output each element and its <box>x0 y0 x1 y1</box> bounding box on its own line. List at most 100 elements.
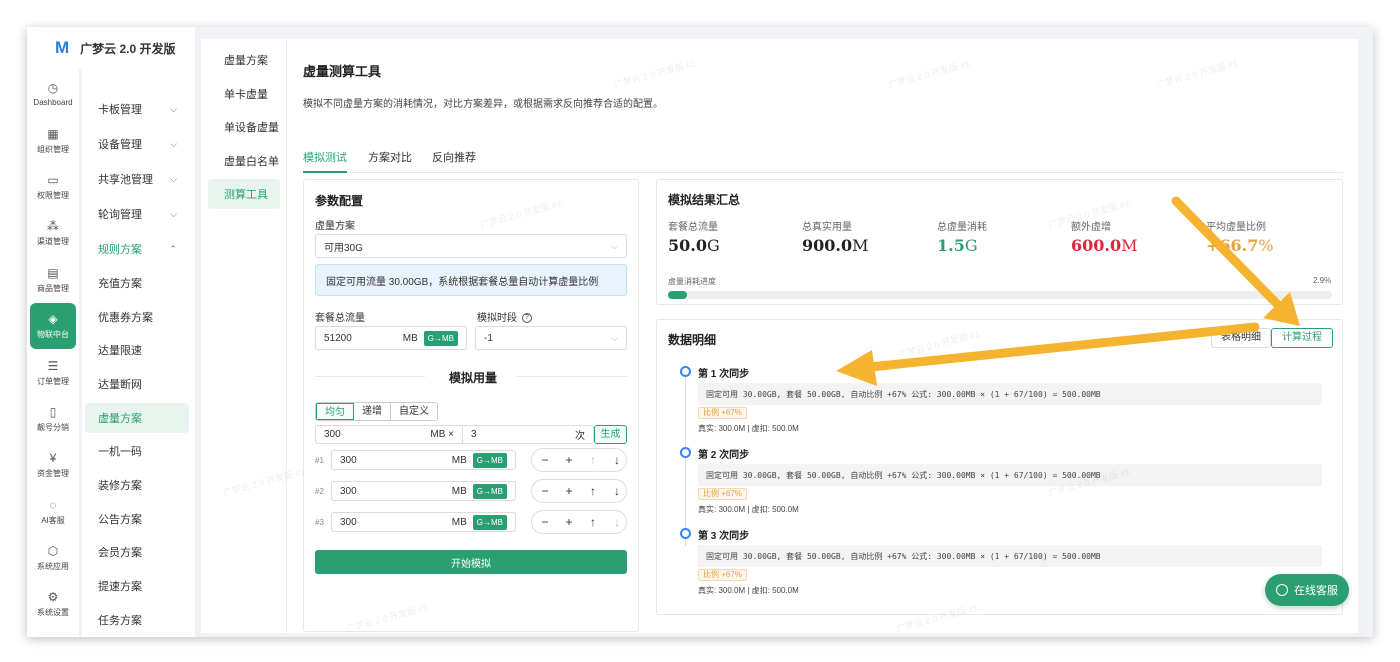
rail-item-product[interactable]: ▤ 商品管理 <box>30 257 76 303</box>
submenu-item-label: 一机一码 <box>98 446 142 458</box>
help-icon[interactable]: ? <box>522 313 532 324</box>
stat-number: 1.5 <box>937 236 965 255</box>
stat-number: 600.0 <box>1071 236 1122 255</box>
stat-number: 50.0 <box>668 236 707 255</box>
generate-button[interactable]: 生成 <box>594 425 627 444</box>
submenu-item-label: 规则方案 <box>98 244 142 256</box>
chevron-down-icon: ⌵ <box>170 208 177 219</box>
period-label: 模拟时段? <box>477 309 532 324</box>
rail-item-org[interactable]: ▦ 组织管理 <box>30 117 76 163</box>
usage-unit: MB <box>451 516 467 528</box>
tab-simulate[interactable]: 模拟测试 <box>303 149 347 173</box>
tnav-item[interactable]: 虚量白名单 <box>208 146 280 176</box>
stat-unit: % <box>1258 236 1274 255</box>
divider-left <box>315 376 425 377</box>
submenu-item[interactable]: 充值方案 <box>85 268 189 298</box>
mode-uniform[interactable]: 均匀 <box>316 403 354 420</box>
step-meta: 真实: 300.0M | 虚扣: 500.0M <box>698 586 799 595</box>
rail-item-channel[interactable]: ⁂ 渠道管理 <box>30 210 76 256</box>
tertiary-nav: 虚量方案单卡虚量 单设备虚量虚量白名单 测算工具 <box>201 39 287 633</box>
submenu-item[interactable]: 装修方案 <box>85 470 189 500</box>
rail-item-order[interactable]: ☰ 订单管理 <box>30 349 76 395</box>
plus-icon[interactable]: + <box>559 512 579 532</box>
submenu-item[interactable]: 公告方案 <box>85 504 189 534</box>
rail-item-label: AI客服 <box>41 515 65 525</box>
submenu-item[interactable]: 卡板管理 ⌵ <box>85 94 189 124</box>
minus-icon[interactable]: − <box>535 512 555 532</box>
mode-increasing[interactable]: 递增 <box>354 403 391 420</box>
plan-info-alert: 固定可用流量 30.00GB，系统根据套餐总量自动计算虚量比例 <box>315 264 627 296</box>
tnav-item[interactable]: 虚量方案 <box>208 45 280 75</box>
minus-icon[interactable]: − <box>535 450 555 470</box>
arrow-down-icon[interactable]: ↓ <box>607 512 627 532</box>
plan-select[interactable]: 可用30G ⌵ <box>315 234 627 258</box>
submenu-item[interactable]: 任务方案 <box>85 605 189 635</box>
tnav-item[interactable]: 单卡虚量 <box>208 79 280 109</box>
arrow-up-icon[interactable]: ↑ <box>583 481 603 501</box>
rail-item-label: 资金管理 <box>37 469 69 479</box>
start-simulation-button[interactable]: 开始模拟 <box>315 550 627 574</box>
submenu-item[interactable]: 一机一码 <box>85 436 189 466</box>
divider-right <box>517 376 627 377</box>
usage-value-input[interactable]: 300 MB G→MB <box>331 481 516 501</box>
convert-g-to-mb-button[interactable]: G→MB <box>472 514 507 530</box>
usage-value-input[interactable]: 300 MB G→MB <box>331 450 516 470</box>
submenu-item[interactable]: 虚量方案 <box>85 403 189 433</box>
gen-times-input[interactable]: 3 次 <box>462 425 594 444</box>
usage-value-input[interactable]: 300 MB G→MB <box>331 512 516 532</box>
tab-compare[interactable]: 方案对比 <box>368 149 412 173</box>
rail-item-label: 物联中台 <box>37 330 69 340</box>
submenu-item[interactable]: 共享池管理 ⌵ <box>85 164 189 194</box>
mode-custom[interactable]: 自定义 <box>391 403 437 420</box>
arrow-down-icon[interactable]: ↓ <box>607 481 627 501</box>
main-panel: 虚量方案 单卡虚量 单设备虚量 虚量白名单 测算工具 虚量测算工具 模拟不同虚量方案的消… <box>201 39 1358 633</box>
minus-icon[interactable]: − <box>535 481 555 501</box>
rail-item-dashboard[interactable]: ◷ Dashboard <box>30 71 76 117</box>
submenu-item[interactable]: 优惠券方案 <box>85 302 189 332</box>
submenu-item[interactable]: 设备管理 ⌵ <box>85 129 189 159</box>
tnav-item[interactable]: 测算工具 <box>208 179 280 209</box>
rail-item-ai[interactable]: ◌ AI客服 <box>30 489 76 535</box>
chevron-up-icon: ⌃ <box>169 243 177 254</box>
usage-mode-segmented: 均匀 递增 自定义 <box>315 402 438 421</box>
submenu-item[interactable]: 达量断网 <box>85 369 189 399</box>
tnav-item[interactable]: 单设备虚量 <box>208 112 280 142</box>
plus-icon[interactable]: + <box>559 450 579 470</box>
convert-g-to-mb-button[interactable]: G→MB <box>472 483 507 499</box>
period-select[interactable]: -1 ⌵ <box>475 326 627 350</box>
usage-unit: MB <box>451 485 467 497</box>
rail-item-app[interactable]: ⬡ 系统应用 <box>30 535 76 581</box>
submenu-item-label: 提速方案 <box>98 581 142 593</box>
plus-icon[interactable]: + <box>559 481 579 501</box>
tab-reverse-recommend[interactable]: 反向推荐 <box>432 149 476 173</box>
arrow-up-icon[interactable]: ↑ <box>583 512 603 532</box>
app-logo[interactable]: M 广梦云 2.0 开发版 <box>27 27 195 69</box>
chevron-down-icon: ⌵ <box>170 103 177 114</box>
table-view-button[interactable]: 表格明细 <box>1211 328 1271 348</box>
submenu-item[interactable]: 提速方案 <box>85 571 189 601</box>
chat-icon <box>1276 584 1288 596</box>
usage-title: 模拟用量 <box>449 371 498 385</box>
convert-g-to-mb-button[interactable]: G→MB <box>472 452 507 468</box>
total-flow-input[interactable]: 51200 MB G→MB <box>315 326 467 350</box>
submenu-item[interactable]: 达量限速 <box>85 335 189 365</box>
arrow-up-icon[interactable]: ↑ <box>583 450 603 470</box>
rail-item-iot[interactable]: ◈ 物联中台 <box>30 302 76 350</box>
convert-g-to-mb-button[interactable]: G→MB <box>423 330 458 346</box>
submenu-item-label: 任务方案 <box>98 615 142 627</box>
rail-item-label: 权限管理 <box>37 190 69 200</box>
arrow-down-icon[interactable]: ↓ <box>607 450 627 470</box>
stat-value: 50.0G <box>668 236 720 255</box>
rail-item-permission[interactable]: ▭ 权限管理 <box>30 164 76 210</box>
rail-item-money[interactable]: ¥ 资金管理 <box>30 442 76 488</box>
submenu-item-label: 卡板管理 <box>98 104 142 116</box>
gen-amount-input[interactable]: 300 MB × <box>315 425 463 444</box>
submenu-item[interactable]: 轮询管理 ⌵ <box>85 199 189 229</box>
submenu-item[interactable]: 规则方案 ⌃ <box>85 234 189 264</box>
online-service-button[interactable]: 在线客服 <box>1265 574 1349 606</box>
calc-process-button[interactable]: 计算过程 <box>1271 328 1333 348</box>
submenu-item[interactable]: 会员方案 <box>85 537 189 567</box>
rail-item-phone[interactable]: ▯ 靓号分销 <box>30 396 76 442</box>
rail-item-settings[interactable]: ⚙ 系统设置 <box>30 581 76 627</box>
stat-number: +66.7 <box>1206 236 1259 255</box>
